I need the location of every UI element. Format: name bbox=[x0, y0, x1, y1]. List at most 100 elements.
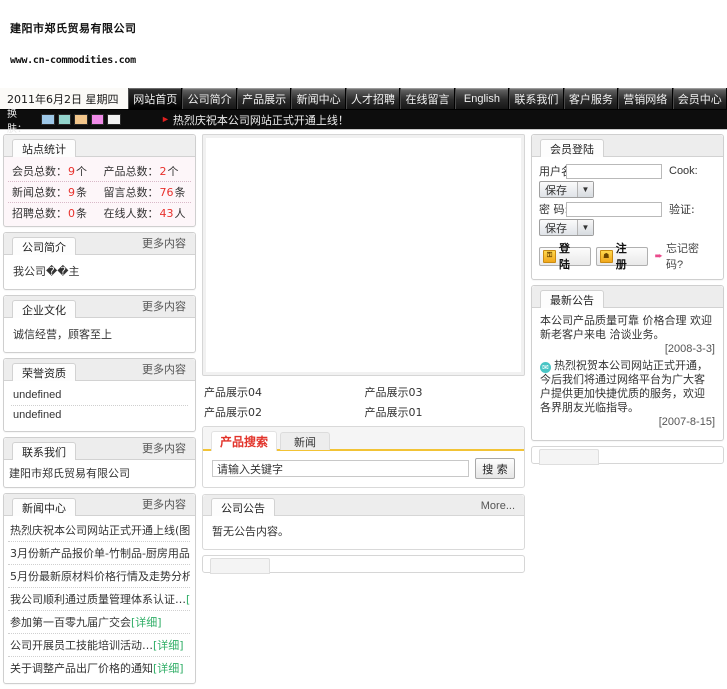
username-row: 用户名: Cook: bbox=[539, 163, 716, 179]
nav-tab-network[interactable]: 营销网络 bbox=[618, 88, 673, 109]
honors-tab[interactable]: 荣誉资质 bbox=[12, 363, 76, 381]
latest-announcements-tab[interactable]: 最新公告 bbox=[540, 290, 604, 308]
skin-swatch-magenta[interactable] bbox=[90, 114, 105, 125]
skin-swatch-orange[interactable] bbox=[74, 114, 88, 125]
about-more-link[interactable]: 更多内容 bbox=[142, 235, 186, 254]
news-item-detail-link[interactable]: [详细] bbox=[186, 593, 190, 606]
honors-item[interactable]: undefined bbox=[11, 406, 188, 425]
product-link-03[interactable]: 产品展示03 bbox=[365, 382, 526, 402]
bottom-panel-right-tab[interactable] bbox=[539, 449, 599, 465]
product-quick-links: 产品展示04 产品展示03 产品展示02 产品展示01 bbox=[202, 382, 525, 426]
company-notice-more-link[interactable]: More... bbox=[481, 500, 515, 515]
stat-jobs-value: 0 bbox=[68, 207, 75, 220]
login-button[interactable]: ⚿ 登 陆 bbox=[539, 242, 591, 271]
product-search-panel: 产品搜索 新闻 搜 索 bbox=[202, 426, 525, 488]
stat-row: 会员总数：9个 产品总数：2个 bbox=[8, 161, 191, 182]
culture-tab[interactable]: 企业文化 bbox=[12, 300, 76, 318]
contact-more-link[interactable]: 更多内容 bbox=[142, 440, 186, 459]
list-item[interactable]: 参加第一百零九届广交会[详细] bbox=[8, 611, 190, 634]
forgot-password-label: 忘记密码? bbox=[665, 243, 699, 271]
homepage-banner[interactable] bbox=[202, 134, 525, 376]
product-link-01[interactable]: 产品展示01 bbox=[365, 402, 526, 422]
news-list-tab[interactable]: 新闻中心 bbox=[12, 498, 76, 516]
company-notice-tab[interactable]: 公司公告 bbox=[211, 498, 275, 516]
forgot-password-link[interactable]: ➨ 忘记密码? bbox=[655, 240, 716, 272]
marquee-arrow-icon: ► bbox=[161, 114, 170, 124]
contact-text: 建阳市郑氏贸易有限公司 bbox=[9, 467, 130, 480]
honors-panel: 荣誉资质 更多内容 undefined undefined bbox=[3, 358, 196, 432]
password-save-select[interactable]: 保存 ▼ bbox=[539, 219, 594, 236]
skin-and-marquee-bar: 换肤： ► 热烈庆祝本公司网站正式开通上线！ bbox=[0, 109, 727, 135]
news-list-more-link[interactable]: 更多内容 bbox=[142, 496, 186, 515]
nav-tab-home[interactable]: 网站首页 bbox=[128, 88, 183, 109]
marquee-text: 热烈庆祝本公司网站正式开通上线！ bbox=[172, 113, 349, 127]
nav-tab-about[interactable]: 公司简介 bbox=[182, 88, 237, 109]
register-button-label: 注 册 bbox=[615, 242, 627, 271]
product-search-body: 搜 索 bbox=[203, 451, 524, 487]
site-stats-tab[interactable]: 站点统计 bbox=[12, 139, 76, 157]
nav-tab-english[interactable]: English bbox=[454, 88, 510, 109]
list-item[interactable]: 3月份新产品报价单-竹制品-厨房用品…[详细] bbox=[8, 542, 190, 565]
username-input[interactable] bbox=[566, 163, 662, 179]
stat-products-label: 产品总数： bbox=[103, 165, 159, 178]
culture-header: 企业文化 更多内容 bbox=[4, 296, 195, 318]
news-list-body: 热烈庆祝本公司网站正式开通上线(图[详细] 3月份新产品报价单-竹制品-厨房用品… bbox=[4, 516, 195, 683]
nav-tab-jobs[interactable]: 人才招聘 bbox=[345, 88, 401, 109]
skin-swatch-blue[interactable] bbox=[41, 114, 55, 125]
bottom-panel-right bbox=[531, 446, 724, 465]
skin-label: 换肤： bbox=[7, 108, 27, 135]
tab-product-search[interactable]: 产品搜索 bbox=[211, 431, 278, 451]
site-stats-body: 会员总数：9个 产品总数：2个 新闻总数：9条 留言总数：76条 招聘总数：0条… bbox=[4, 157, 195, 226]
news-item-detail-link[interactable]: [详细] bbox=[153, 639, 184, 652]
nav-tab-contact[interactable]: 联系我们 bbox=[509, 88, 564, 109]
stat-members-value: 9 bbox=[68, 165, 75, 178]
password-save-value: 保存 bbox=[545, 221, 567, 235]
username-save-select[interactable]: 保存 ▼ bbox=[539, 181, 594, 198]
person-icon: ☗ bbox=[599, 249, 613, 263]
skin-swatch-teal[interactable] bbox=[57, 114, 72, 125]
list-item[interactable]: 我公司顺利通过质量管理体系认证…[详细] bbox=[8, 588, 190, 611]
news-list-panel: 新闻中心 更多内容 热烈庆祝本公司网站正式开通上线(图[详细] 3月份新产品报价… bbox=[3, 493, 196, 684]
bottom-panel-left-tab[interactable] bbox=[210, 558, 270, 574]
main-content: 产品展示04 产品展示03 产品展示02 产品展示01 产品搜索 新闻 搜 索 … bbox=[196, 134, 531, 574]
about-tab[interactable]: 公司简介 bbox=[12, 237, 76, 255]
right-sidebar: 会员登陆 用户名: Cook: 保存 ▼ 密 码: 验证: 保存 ▼ ⚿ 登 陆… bbox=[531, 134, 727, 465]
list-item[interactable]: 热烈庆祝本公司网站正式开通上线(图[详细] bbox=[8, 519, 190, 542]
list-item[interactable]: 5月份最新原材料价格行情及走势分析…[详细] bbox=[8, 565, 190, 588]
nav-tab-message[interactable]: 在线留言 bbox=[400, 88, 455, 109]
nav-tab-news[interactable]: 新闻中心 bbox=[291, 88, 346, 109]
nav-tab-member[interactable]: 会员中心 bbox=[672, 88, 727, 109]
honors-header: 荣誉资质 更多内容 bbox=[4, 359, 195, 381]
skin-swatch-white[interactable] bbox=[107, 114, 121, 125]
announcement-item[interactable]: 本公司产品质量可靠 价格合理 欢迎新老客户来电 洽谈业务。 [2008-3-3] bbox=[540, 314, 715, 355]
tab-news-search[interactable]: 新闻 bbox=[280, 432, 331, 450]
register-button[interactable]: ☗ 注 册 bbox=[595, 242, 648, 271]
culture-panel: 企业文化 更多内容 诚信经营，顾客至上 bbox=[3, 295, 196, 353]
contact-tab[interactable]: 联系我们 bbox=[12, 442, 76, 460]
honors-more-link[interactable]: 更多内容 bbox=[142, 361, 186, 380]
list-item[interactable]: 关于调整产品出厂价格的通知[详细] bbox=[8, 657, 190, 679]
news-item-title: 5月份最新原材料价格行情及走势分析… bbox=[10, 570, 190, 583]
nav-tab-products[interactable]: 产品展示 bbox=[236, 88, 292, 109]
culture-more-link[interactable]: 更多内容 bbox=[142, 298, 186, 317]
chevron-down-icon: ▼ bbox=[577, 182, 593, 197]
stat-products-unit: 个 bbox=[167, 165, 179, 178]
news-item-title: 我公司顺利通过质量管理体系认证… bbox=[10, 593, 186, 606]
product-link-02[interactable]: 产品展示02 bbox=[204, 402, 365, 422]
member-login-tab[interactable]: 会员登陆 bbox=[540, 139, 604, 157]
honors-item[interactable]: undefined bbox=[11, 386, 188, 406]
nav-tab-service[interactable]: 客户服务 bbox=[563, 88, 619, 109]
announcement-text-wrap: ✉ 热烈祝贺本公司网站正式开通，今后我们将通过网络平台为广大客户提供更加快捷优质的… bbox=[540, 359, 715, 415]
bottom-panel-left bbox=[202, 555, 525, 574]
search-input[interactable] bbox=[212, 460, 469, 477]
announcement-item[interactable]: ✉ 热烈祝贺本公司网站正式开通，今后我们将通过网络平台为广大客户提供更加快捷优质的… bbox=[540, 359, 715, 428]
news-item-detail-link[interactable]: [详细] bbox=[153, 662, 184, 675]
product-link-04[interactable]: 产品展示04 bbox=[204, 382, 365, 402]
site-stats-header: 站点统计 bbox=[4, 135, 195, 157]
search-button[interactable]: 搜 索 bbox=[475, 458, 515, 479]
list-item[interactable]: 公司开展员工技能培训活动…[详细] bbox=[8, 634, 190, 657]
site-stats-panel: 站点统计 会员总数：9个 产品总数：2个 新闻总数：9条 留言总数：76条 招聘… bbox=[3, 134, 196, 227]
news-item-detail-link[interactable]: [详细] bbox=[131, 616, 162, 629]
honors-body: undefined undefined bbox=[4, 381, 195, 431]
password-input[interactable] bbox=[566, 201, 662, 217]
